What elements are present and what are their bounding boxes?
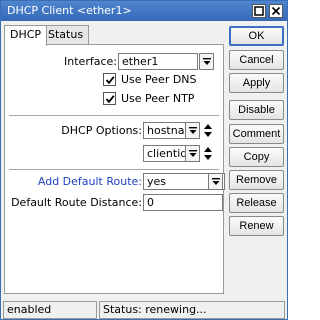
tab-status[interactable]: Status — [42, 25, 90, 45]
apply-button[interactable]: Apply — [229, 73, 284, 93]
use-peer-dns-label: Use Peer DNS — [121, 73, 197, 86]
interface-dropdown-button[interactable] — [199, 53, 214, 70]
title-bar[interactable]: DHCP Client <ether1> — [1, 1, 287, 21]
default-route-distance-input[interactable]: 0 — [143, 194, 223, 211]
renew-button[interactable]: Renew — [229, 216, 284, 236]
up-down-arrows-icon — [204, 124, 212, 137]
dhcp-tab-panel: Interface: ether1 Use Peer DNS Use Peer … — [4, 44, 225, 294]
separator — [9, 115, 219, 117]
status-state: enabled — [3, 301, 97, 319]
dhcp-options-label: DHCP Options: — [61, 124, 142, 137]
release-button[interactable]: Release — [229, 193, 284, 213]
add-default-route-dropdown-button[interactable] — [208, 173, 223, 190]
maximize-button[interactable] — [252, 4, 266, 18]
cancel-button[interactable]: Cancel — [229, 50, 284, 70]
dhcp-option-dropdown-button[interactable] — [185, 145, 200, 162]
copy-button[interactable]: Copy — [229, 147, 284, 167]
status-message: Status: renewing... — [99, 301, 285, 319]
dhcp-option-dropdown-button[interactable] — [185, 122, 200, 139]
tab-dhcp[interactable]: DHCP — [4, 25, 48, 46]
close-button[interactable] — [269, 4, 283, 18]
separator — [9, 169, 219, 171]
dropdown-arrow-icon — [189, 150, 197, 157]
checkmark-icon — [105, 76, 115, 85]
remove-button[interactable]: Remove — [229, 170, 284, 190]
dhcp-client-window: DHCP Client <ether1> DHCP Status Interfa… — [0, 0, 288, 320]
status-bar: enabled Status: renewing... — [1, 301, 287, 319]
close-icon — [271, 6, 281, 16]
dropdown-arrow-icon — [189, 127, 197, 134]
use-peer-ntp-checkbox[interactable] — [103, 92, 116, 105]
interface-label: Interface: — [64, 55, 117, 68]
ok-button[interactable]: OK — [229, 26, 284, 46]
default-route-distance-label: Default Route Distance: — [11, 196, 142, 209]
interface-select[interactable]: ether1 — [118, 53, 198, 70]
window-title: DHCP Client <ether1> — [7, 4, 132, 17]
dropdown-arrow-icon — [212, 178, 220, 185]
comment-button[interactable]: Comment — [229, 124, 284, 144]
up-down-arrows-icon — [204, 147, 212, 160]
dropdown-arrow-icon — [203, 58, 211, 65]
add-default-route-label: Add Default Route: — [37, 175, 142, 188]
dhcp-option-add-remove[interactable] — [203, 122, 213, 139]
disable-button[interactable]: Disable — [229, 100, 284, 120]
use-peer-ntp-label: Use Peer NTP — [121, 92, 195, 105]
use-peer-dns-checkbox[interactable] — [103, 73, 116, 86]
checkmark-icon — [105, 95, 115, 104]
dhcp-option-add-remove[interactable] — [203, 145, 213, 162]
maximize-icon — [254, 6, 264, 16]
